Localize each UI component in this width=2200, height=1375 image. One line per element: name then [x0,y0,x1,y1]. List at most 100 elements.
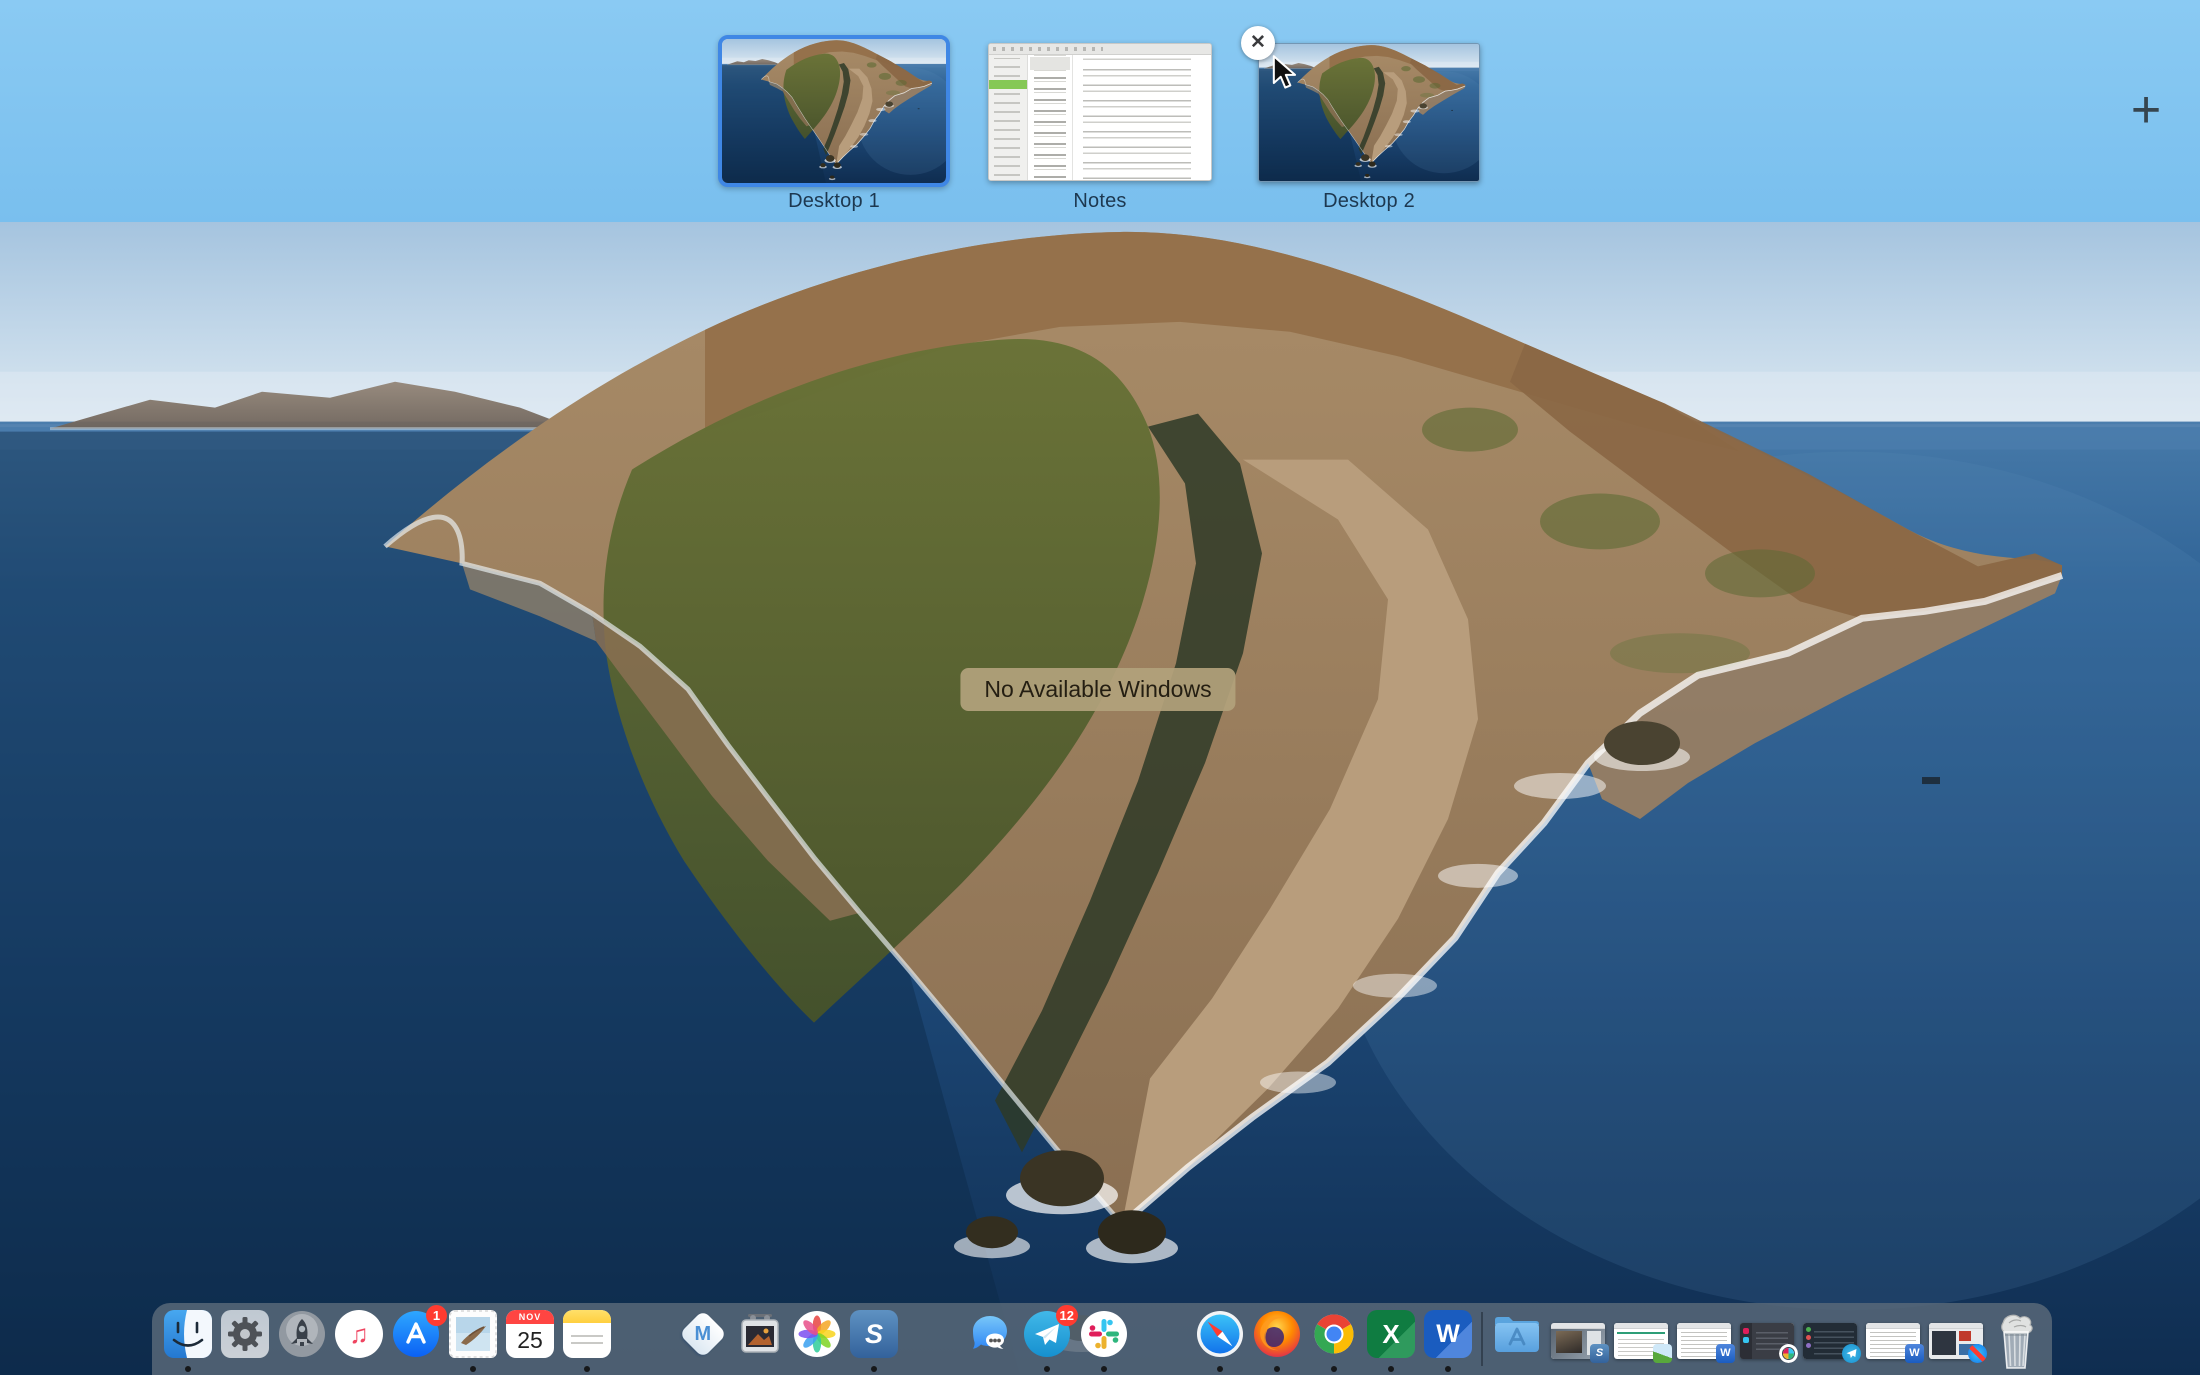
dock-item-mail[interactable] [449,1310,497,1374]
dock-item-screen-projector[interactable] [736,1310,784,1374]
chrome-icon [1310,1310,1358,1358]
window-accent [1743,1328,1749,1334]
window-image-red [1959,1331,1971,1341]
minimized-window-slack[interactable] [1740,1323,1794,1359]
safari-badge-icon [1968,1344,1987,1363]
running-indicator [1445,1366,1451,1372]
minimized-window-safari[interactable] [1929,1323,1983,1359]
window-titlebar [1614,1323,1668,1329]
dock-item-launchpad[interactable] [278,1310,326,1374]
word-letter: W [1436,1320,1460,1349]
notes-icon [563,1310,611,1358]
calendar-month: NOV [506,1310,554,1324]
window-avatar [1806,1327,1811,1332]
word-icon: W [1424,1310,1472,1358]
notes-mini-sidebar [989,55,1028,180]
space-label-desktop-1: Desktop 1 [718,190,950,213]
photos-pinwheel-icon [793,1310,841,1358]
telegram-badge-icon [1842,1344,1861,1363]
window-accent [1743,1337,1749,1343]
dock-item-snagit[interactable]: S [850,1310,898,1374]
mission-control-bar: Desktop 1 Notes Desktop 2 ✕ + [0,0,2200,222]
dock-item-messages[interactable] [966,1310,1014,1374]
dock-item-music[interactable]: ♫ [335,1310,383,1374]
running-indicator [185,1366,191,1372]
dock-item-photos[interactable] [793,1310,841,1374]
window-image [1556,1331,1582,1353]
calendar-icon: NOV 25 [506,1310,554,1358]
dock-item-calendar[interactable]: NOV 25 [506,1310,554,1374]
dock-item-word[interactable]: W [1424,1310,1472,1374]
running-indicator [1388,1366,1394,1372]
dock-item-trash[interactable] [1992,1310,2040,1372]
music-note-glyph: ♫ [349,1319,369,1350]
window-titlebar [1551,1323,1605,1329]
dock-item-notes[interactable] [563,1310,611,1374]
notes-mini-content [1073,55,1211,180]
dock-item-m-app[interactable]: M [679,1310,727,1374]
dock-item-excel[interactable]: X [1367,1310,1415,1374]
minimized-window-preview[interactable] [1614,1323,1668,1359]
notes-mini-toolbar-icons [993,47,1103,51]
applications-folder-icon [1492,1310,1542,1358]
trash-full-icon [1992,1310,2040,1372]
space-label-desktop-2: Desktop 2 [1258,190,1480,213]
window-titlebar [1929,1323,1983,1329]
window-avatar [1806,1343,1811,1348]
dock-item-system-preferences[interactable] [221,1310,269,1374]
dock-item-app-store[interactable]: 1 [392,1310,440,1374]
notes-mini-toolbar [989,44,1211,55]
desktop-1-wallpaper-preview [722,39,946,183]
space-thumbnail-notes[interactable] [988,43,1212,181]
running-indicator [584,1366,590,1372]
dock-item-firefox[interactable] [1253,1310,1301,1374]
notes-mini-selected-folder [989,80,1027,89]
minimized-window-word-2[interactable]: W [1866,1323,1920,1359]
music-icon: ♫ [335,1310,383,1358]
slack-badge-icon [1779,1344,1798,1363]
add-space-button[interactable]: + [2118,83,2174,139]
no-available-windows-message: No Available Windows [960,668,1235,711]
dock: ♫ 1 NOV 25 [152,1303,2052,1375]
notes-yellow-strip [563,1310,611,1323]
notes-mini-selected-note [1030,57,1070,70]
minimized-window-word-1[interactable]: W [1677,1323,1731,1359]
finder-icon [164,1310,212,1358]
gear-icon [221,1310,269,1358]
space-thumbnail-desktop-1[interactable] [718,35,950,187]
dock-item-slack[interactable] [1080,1310,1128,1374]
window-green-rule [1617,1332,1665,1334]
running-indicator [1331,1366,1337,1372]
m-app-letter: M [695,1322,712,1345]
excel-letter: X [1382,1319,1399,1350]
window-avatar [1806,1335,1811,1340]
minimized-window-snagit[interactable]: S [1551,1323,1605,1359]
app-store-badge: 1 [426,1305,447,1326]
notes-mini-list [1028,55,1073,180]
minimized-window-telegram[interactable] [1803,1323,1857,1359]
dock-item-chrome[interactable] [1310,1310,1358,1374]
slack-icon [1080,1310,1128,1358]
dock-divider [1481,1312,1483,1366]
projector-icon [736,1310,784,1358]
firefox-icon [1253,1310,1301,1358]
word-badge-icon: W [1905,1344,1924,1363]
notes-mini-body [989,55,1211,180]
running-indicator [1217,1366,1223,1372]
telegram-plane-glyph [1842,1344,1861,1363]
m-app-icon: M [679,1310,727,1358]
dock-item-finder[interactable] [164,1310,212,1374]
messages-bubble-icon [966,1310,1014,1358]
snagit-badge-icon: S [1590,1344,1609,1363]
snagit-icon: S [850,1310,898,1358]
mail-stamp-icon [449,1310,497,1358]
dock-item-applications-folder[interactable] [1492,1310,1542,1374]
snagit-letter: S [865,1319,883,1350]
dock-item-telegram[interactable]: 12 [1023,1310,1071,1374]
telegram-badge: 12 [1056,1305,1078,1326]
running-indicator [1044,1366,1050,1372]
dock-item-safari[interactable] [1196,1310,1244,1374]
preview-badge-icon [1653,1344,1672,1363]
running-indicator [1101,1366,1107,1372]
notes-lines [571,1330,603,1348]
